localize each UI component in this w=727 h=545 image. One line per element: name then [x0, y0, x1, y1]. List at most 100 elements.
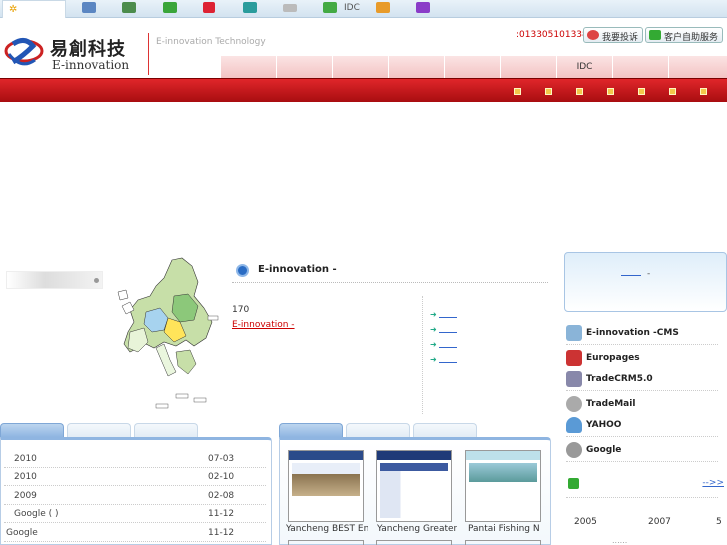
calendar-icon[interactable]: [82, 2, 96, 13]
news-date: 11-12: [208, 509, 235, 519]
news-row[interactable]: Google ( ) 11-12: [4, 505, 266, 523]
cms-icon: [566, 325, 582, 341]
news-row[interactable]: 2009 02-08: [4, 487, 266, 505]
case-thumbnail[interactable]: [465, 450, 541, 522]
product-item[interactable]: E-innovation -CMS: [566, 325, 679, 341]
case-thumbnail[interactable]: [465, 540, 541, 545]
tab-cases-2[interactable]: [346, 423, 410, 437]
chart-icon[interactable]: [122, 2, 136, 13]
idc-icon[interactable]: [323, 2, 337, 13]
gear-icon: [566, 442, 582, 458]
tab-news-1[interactable]: [0, 423, 64, 437]
toolbar-tab-home[interactable]: ✲: [2, 0, 66, 18]
news-title: 2010: [14, 454, 37, 464]
intro-heading: E-innovation -: [236, 264, 337, 277]
arrow-icon: ➜: [430, 310, 437, 319]
bullet-icon[interactable]: [514, 88, 521, 95]
nav-tab-6[interactable]: [500, 56, 556, 78]
news-date: 02-08: [208, 491, 235, 501]
dash-text: -: [647, 269, 651, 279]
person-icon: [566, 417, 582, 433]
case-caption[interactable]: Pantai Fishing N: [468, 524, 548, 534]
mail-icon: [566, 396, 582, 412]
product-label: Europages: [586, 353, 640, 363]
bullet-icon[interactable]: [607, 88, 614, 95]
bullet-icon[interactable]: [669, 88, 676, 95]
year-label: 2005: [574, 517, 597, 527]
product-item[interactable]: TradeCRM5.0: [566, 371, 653, 387]
more-link[interactable]: -->>: [702, 478, 724, 488]
logo-divider: [148, 33, 149, 75]
product-item[interactable]: TradeMail: [566, 396, 635, 412]
quick-link[interactable]: ➜: [430, 309, 460, 319]
slogan: E-innovation Technology: [156, 37, 266, 47]
product-item[interactable]: Google: [566, 442, 621, 458]
nav-tab-3[interactable]: [332, 56, 388, 78]
search-input[interactable]: [6, 271, 103, 289]
play-icon: [236, 264, 249, 277]
sub-nav-bar: [0, 78, 727, 102]
nav-tab-1[interactable]: [220, 56, 276, 78]
tab-news-3[interactable]: [134, 423, 198, 437]
news-date: 07-03: [208, 454, 235, 464]
news-row[interactable]: 2010 07-03: [4, 450, 266, 468]
bullet-icon[interactable]: [638, 88, 645, 95]
news-row[interactable]: Google 11-12: [4, 524, 266, 542]
intro-link[interactable]: E-innovation -: [232, 320, 295, 330]
self-service-label: 客户自助服务: [664, 33, 719, 43]
bullet-icon[interactable]: [545, 88, 552, 95]
tab-news-2[interactable]: [67, 423, 131, 437]
search-go-icon[interactable]: [94, 278, 99, 283]
product-label: Google: [586, 445, 622, 455]
arrow-icon: ➜: [430, 325, 437, 334]
link-underline: [439, 347, 457, 348]
drive-icon[interactable]: [283, 4, 297, 12]
more-row: -->>: [566, 477, 726, 491]
login-link[interactable]: [621, 275, 641, 276]
complaint-label: 我要投诉: [602, 33, 639, 43]
arrow-icon: ➜: [430, 355, 437, 364]
nav-tab-4[interactable]: [388, 56, 444, 78]
quick-link[interactable]: ➜: [430, 339, 460, 349]
nav-tab-2[interactable]: [276, 56, 332, 78]
case-thumbnail[interactable]: [376, 450, 452, 522]
add-icon[interactable]: [163, 2, 177, 13]
quick-link[interactable]: ➜: [430, 324, 460, 334]
tab-cases-3[interactable]: [413, 423, 477, 437]
grid-icon[interactable]: [376, 2, 390, 13]
case-thumbnail[interactable]: [288, 450, 364, 522]
nav-tab-8[interactable]: [612, 56, 668, 78]
complaint-button[interactable]: 我要投诉: [583, 27, 644, 43]
help-icon[interactable]: [416, 2, 430, 13]
bullet-icon[interactable]: [700, 88, 707, 95]
nav-tab-idc[interactable]: IDC: [556, 56, 612, 78]
quick-link[interactable]: ➜: [430, 354, 460, 364]
case-caption[interactable]: Yancheng BEST En: [286, 524, 368, 534]
case-thumbnail[interactable]: [288, 540, 364, 545]
play-icon: [568, 478, 579, 489]
product-label: TradeCRM5.0: [586, 374, 653, 384]
product-item[interactable]: Europages: [566, 350, 640, 366]
self-service-button[interactable]: 客户自助服务: [645, 27, 724, 43]
year-label: 5: [716, 517, 722, 527]
case-thumbnail[interactable]: [376, 540, 452, 545]
bullet-icon[interactable]: [576, 88, 583, 95]
year-label: 2007: [648, 517, 671, 527]
idc-label[interactable]: IDC: [344, 3, 360, 13]
bar-chart-icon[interactable]: [203, 2, 215, 13]
news-tabs: [0, 423, 272, 437]
case-caption[interactable]: Yancheng Greater: [377, 524, 457, 534]
more-divider: [566, 497, 718, 498]
main-nav: IDC: [220, 56, 727, 78]
product-item[interactable]: YAHOO: [566, 417, 621, 433]
tab-cases-1[interactable]: [279, 423, 343, 437]
product-divider: [566, 461, 718, 462]
window-icon[interactable]: [243, 2, 257, 13]
nav-tab-9[interactable]: [668, 56, 727, 78]
news-row[interactable]: 2010 02-10: [4, 468, 266, 486]
link-underline: [439, 362, 457, 363]
europe-map: [117, 257, 219, 409]
intro-vertical-divider: [422, 296, 423, 414]
star-icon: ✲: [9, 4, 18, 15]
nav-tab-5[interactable]: [444, 56, 500, 78]
